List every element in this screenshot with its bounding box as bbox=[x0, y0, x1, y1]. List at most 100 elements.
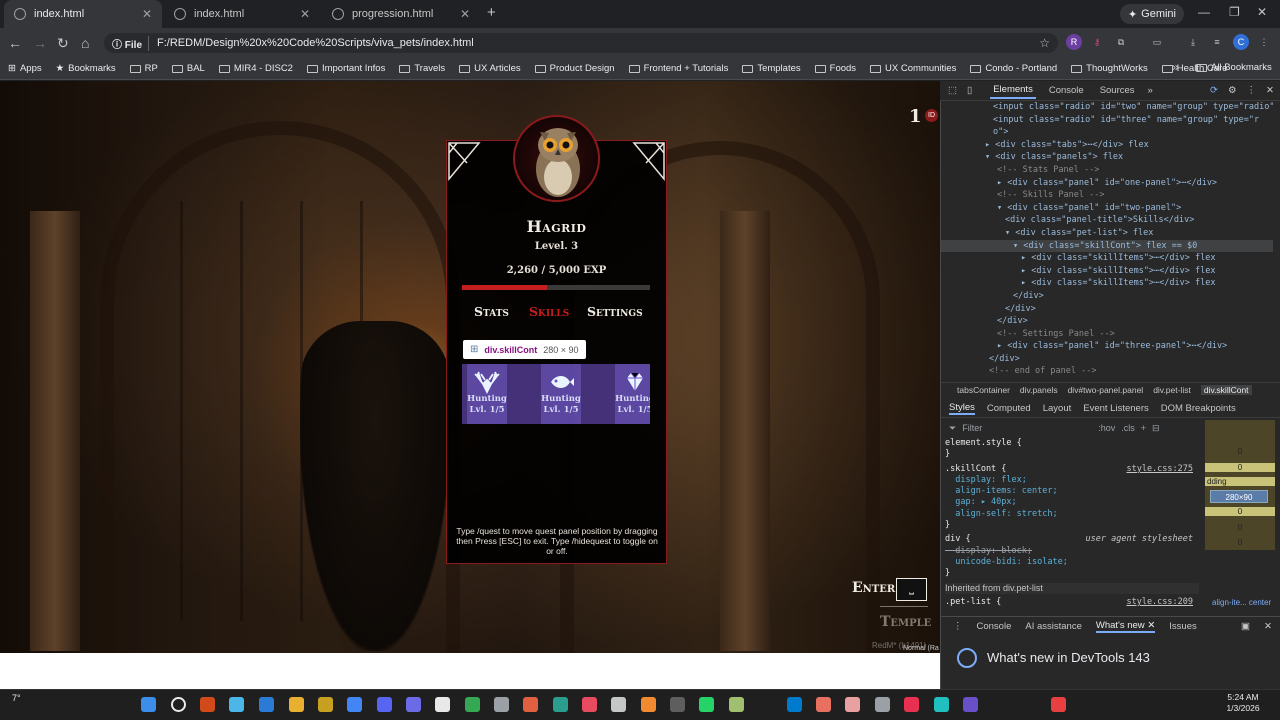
app-icon[interactable] bbox=[611, 697, 626, 712]
cls-toggle[interactable]: .cls bbox=[1121, 423, 1135, 433]
dom-node[interactable]: ▸ <div class="skillItems">⋯</div> flex bbox=[941, 265, 1273, 278]
file-chip[interactable]: ⓘ File bbox=[112, 35, 150, 51]
discord-icon[interactable] bbox=[377, 697, 392, 712]
tab-progression[interactable]: progression.html ✕ bbox=[322, 0, 480, 28]
extension-r-icon[interactable]: R bbox=[1066, 34, 1082, 50]
files-icon[interactable] bbox=[259, 697, 274, 712]
address-bar[interactable]: ⓘ File F:/REDM/Design%20x%20Code%20Scrip… bbox=[104, 33, 1058, 53]
styles-tab[interactable]: Layout bbox=[1043, 403, 1072, 414]
windows-start-icon[interactable] bbox=[141, 697, 156, 712]
inspect-icon[interactable]: ⬚ bbox=[948, 85, 957, 96]
dom-node[interactable]: ▸ <div class="skillItems">⋯</div> flex bbox=[941, 277, 1273, 290]
queue-icon[interactable]: ≡ bbox=[1209, 34, 1225, 50]
source-link[interactable]: style.css:275 bbox=[1126, 464, 1199, 475]
device-toggle-icon[interactable]: ▯ bbox=[967, 85, 972, 96]
copilot-icon[interactable] bbox=[229, 697, 244, 712]
sublime-icon[interactable] bbox=[318, 697, 333, 712]
new-tab-button[interactable]: + bbox=[487, 4, 496, 21]
dom-node[interactable]: ▸ <div class="panel" id="three-panel">⋯<… bbox=[941, 340, 1273, 353]
discord-alt-icon[interactable] bbox=[406, 697, 421, 712]
star-icon[interactable]: ☆ bbox=[1039, 36, 1050, 50]
source-link[interactable]: style.css:209 bbox=[1126, 597, 1199, 608]
restore-icon[interactable]: ❐ bbox=[1229, 5, 1240, 19]
dom-node[interactable]: ▾ <div class="panel" id="two-panel"> bbox=[941, 202, 1273, 215]
dom-node[interactable]: <input class="radio" id="two" name="grou… bbox=[941, 101, 1273, 114]
minimize-icon[interactable]: — bbox=[1198, 5, 1210, 19]
app-icon[interactable] bbox=[200, 697, 215, 712]
app-icon[interactable] bbox=[553, 697, 568, 712]
breadcrumb-item[interactable]: div.pet-list bbox=[1153, 385, 1191, 395]
app-icon[interactable] bbox=[934, 697, 949, 712]
add-rule-icon[interactable]: + bbox=[1141, 423, 1146, 433]
close-icon[interactable]: ✕ bbox=[460, 7, 470, 21]
dom-node[interactable]: <!-- end of panel --> bbox=[941, 365, 1273, 378]
styles-tab[interactable]: Computed bbox=[987, 403, 1031, 414]
dom-node[interactable]: </div> bbox=[941, 303, 1273, 316]
dom-node[interactable]: <input class="radio" id="three" name="gr… bbox=[941, 114, 1273, 127]
bookmark-item[interactable]: ⊞ Apps bbox=[8, 63, 42, 74]
figma-icon[interactable] bbox=[435, 697, 450, 712]
forward-icon[interactable]: → bbox=[33, 35, 47, 51]
gear-icon[interactable]: ⚙ bbox=[1228, 85, 1237, 96]
app-icon[interactable] bbox=[816, 697, 831, 712]
puzzle-icon[interactable]: ⧉ bbox=[1113, 34, 1129, 50]
css-rules[interactable]: element.style { } style.css:275 .skillCon… bbox=[941, 438, 1199, 612]
bookmark-item[interactable]: UX Communities bbox=[870, 63, 956, 74]
notion-icon[interactable] bbox=[670, 697, 685, 712]
dom-node[interactable]: <div class="panel-title">Skills</div> bbox=[941, 214, 1273, 227]
home-icon[interactable]: ⌂ bbox=[81, 35, 89, 51]
tab-settings[interactable]: Settings bbox=[587, 304, 643, 319]
close-icon[interactable]: ✕ bbox=[142, 7, 152, 21]
dom-node[interactable]: ▸ <div class="tabs">⋯</div> flex bbox=[941, 139, 1273, 152]
close-icon[interactable]: ✕ bbox=[1147, 620, 1155, 631]
drawer-menu-icon[interactable]: ⋮ bbox=[953, 621, 963, 632]
tab-index-2[interactable]: index.html ✕ bbox=[164, 0, 320, 28]
calculator-icon[interactable] bbox=[875, 697, 890, 712]
app-icon[interactable] bbox=[582, 697, 597, 712]
profile-avatar[interactable]: C bbox=[1233, 34, 1249, 50]
more-tabs-icon[interactable]: » bbox=[1148, 85, 1153, 96]
dom-node[interactable]: ▸ <div class="panel" id="one-panel">⋯</d… bbox=[941, 177, 1273, 190]
chrome-icon[interactable] bbox=[347, 697, 362, 712]
sync-icon[interactable]: ⟳ bbox=[1210, 85, 1218, 96]
app-icon[interactable] bbox=[523, 697, 538, 712]
dom-node[interactable]: </div> bbox=[941, 315, 1273, 328]
bookmark-item[interactable]: UX Articles bbox=[459, 63, 521, 74]
weather-widget[interactable]: 7° bbox=[12, 693, 21, 703]
breadcrumb-item[interactable]: div.skillCont bbox=[1200, 385, 1252, 395]
bookmark-item[interactable]: BAL bbox=[171, 63, 205, 74]
folder-icon[interactable] bbox=[289, 697, 304, 712]
drawer-tab-console[interactable]: Console bbox=[977, 621, 1012, 632]
bookmark-item[interactable]: Travels bbox=[399, 63, 445, 74]
tab-console[interactable]: Console bbox=[1046, 83, 1087, 98]
extension-key-icon[interactable]: ⚷ bbox=[1089, 34, 1105, 50]
bookmark-item[interactable]: MIR4 - DISC2 bbox=[218, 63, 293, 74]
bookmark-item[interactable]: Product Design bbox=[534, 63, 615, 74]
skill-item[interactable]: Hunting Lvl. 1/5 bbox=[467, 364, 507, 424]
drawer-tab-issues[interactable]: Issues bbox=[1169, 621, 1196, 632]
close-drawer-icon[interactable]: ✕ bbox=[1264, 621, 1280, 632]
kebab-icon[interactable]: ⋮ bbox=[1247, 85, 1257, 96]
steam-icon[interactable] bbox=[494, 697, 509, 712]
bookmark-item[interactable]: ★ Bookmarks bbox=[56, 63, 116, 74]
dom-node[interactable]: o"> bbox=[941, 126, 1273, 139]
drawer-tab-ai[interactable]: AI assistance bbox=[1025, 621, 1082, 632]
bookmark-item[interactable]: Templates bbox=[742, 63, 801, 74]
dom-node[interactable]: <!-- Stats Panel --> bbox=[941, 164, 1273, 177]
close-icon[interactable]: ✕ bbox=[300, 7, 310, 21]
app-icon[interactable] bbox=[729, 697, 744, 712]
breadcrumb-item[interactable]: tabsContainer bbox=[957, 385, 1010, 395]
gemini-button[interactable]: ✦ Gemini bbox=[1119, 4, 1184, 24]
dom-node[interactable]: <!-- Settings Panel --> bbox=[941, 328, 1273, 341]
search-icon[interactable] bbox=[171, 697, 186, 712]
tab-sources[interactable]: Sources bbox=[1097, 83, 1138, 98]
bookmark-item[interactable]: ThoughtWorks bbox=[1071, 63, 1148, 74]
app-icon[interactable] bbox=[904, 697, 919, 712]
dock-icon[interactable]: ▣ bbox=[1241, 621, 1250, 632]
dom-tree[interactable]: <input class="radio" id="two" name="grou… bbox=[941, 101, 1273, 381]
reload-icon[interactable]: ↻ bbox=[57, 35, 69, 52]
app-icon[interactable] bbox=[963, 697, 978, 712]
bookmark-item[interactable]: Frontend + Tutorials bbox=[628, 63, 728, 74]
skill-item[interactable]: Hunting Lvl. 1/5 bbox=[615, 364, 650, 424]
vscode-icon[interactable] bbox=[787, 697, 802, 712]
